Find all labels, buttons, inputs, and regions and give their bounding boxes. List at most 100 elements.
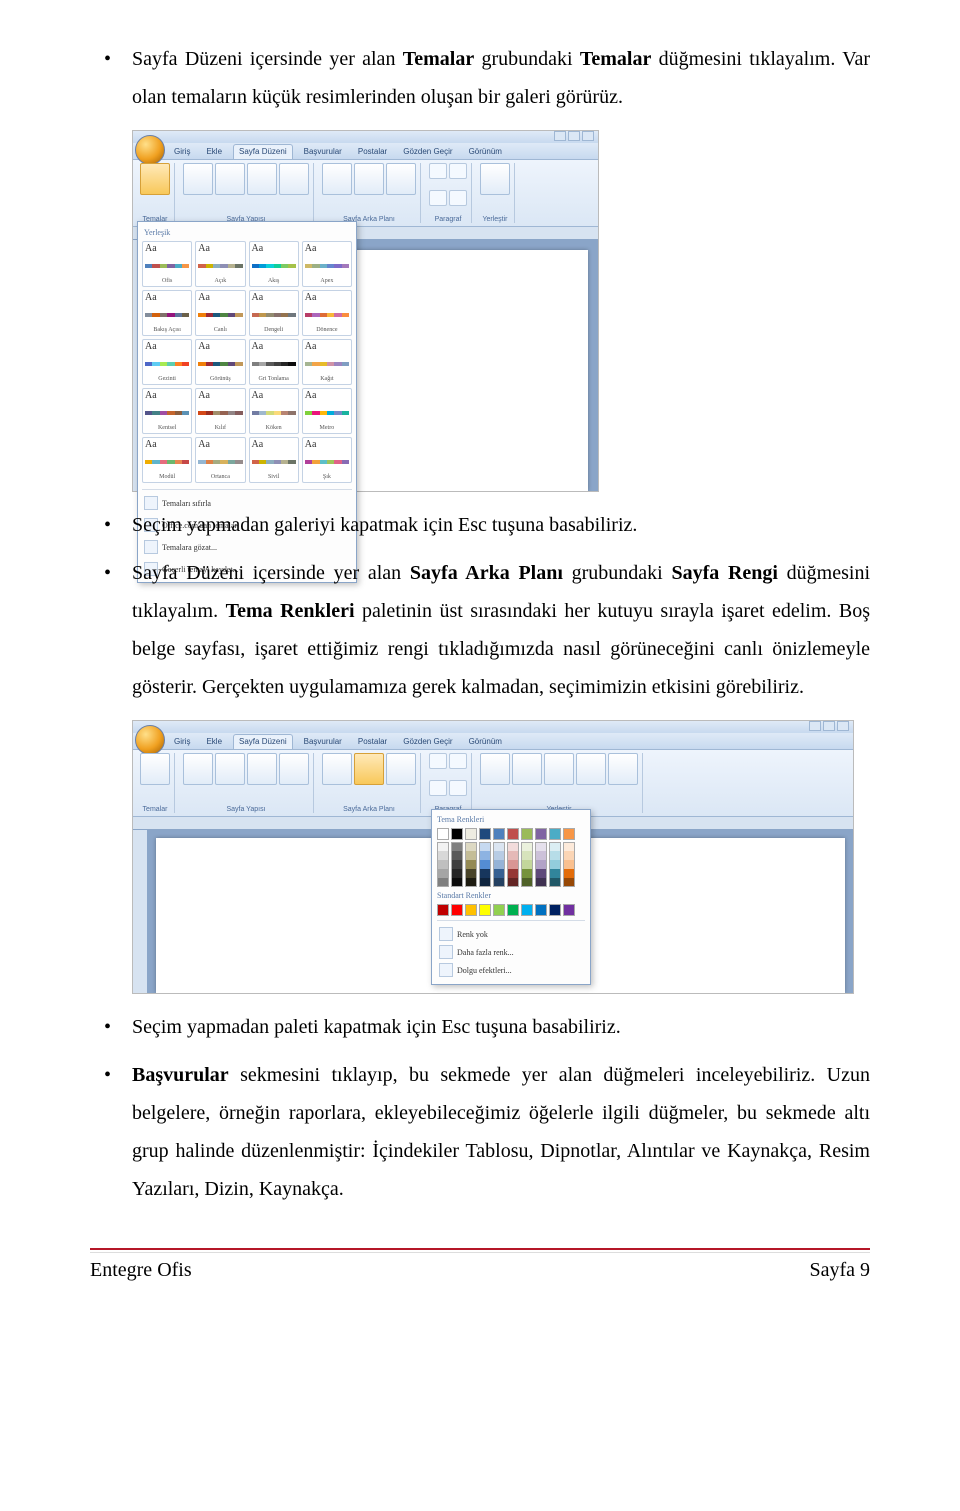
- color-swatch[interactable]: [493, 828, 505, 840]
- theme-gallery-item[interactable]: AaDönence: [302, 290, 352, 336]
- color-swatch[interactable]: [507, 842, 519, 851]
- theme-gallery-item[interactable]: AaOfis: [142, 241, 192, 287]
- color-swatch[interactable]: [465, 860, 477, 869]
- color-swatch[interactable]: [507, 904, 519, 916]
- color-swatch[interactable]: [479, 851, 491, 860]
- color-swatch[interactable]: [437, 878, 449, 887]
- office-button[interactable]: [135, 725, 165, 755]
- color-swatch[interactable]: [563, 904, 575, 916]
- color-swatch[interactable]: [465, 842, 477, 851]
- color-swatch[interactable]: [507, 851, 519, 860]
- color-swatch[interactable]: [479, 904, 491, 916]
- watermark-button[interactable]: [322, 753, 352, 785]
- ribbon-tab[interactable]: Ekle: [201, 735, 227, 749]
- ribbon-tab[interactable]: Giriş: [169, 145, 195, 159]
- color-swatch[interactable]: [493, 869, 505, 878]
- window-controls[interactable]: [552, 131, 594, 143]
- size-button[interactable]: [247, 163, 277, 195]
- color-swatch[interactable]: [451, 851, 463, 860]
- orientation-button[interactable]: [215, 163, 245, 195]
- themes-button[interactable]: [140, 163, 170, 195]
- color-swatch[interactable]: [563, 869, 575, 878]
- color-swatch[interactable]: [535, 842, 547, 851]
- ribbon-tab[interactable]: Görünüm: [464, 145, 507, 159]
- color-swatch[interactable]: [451, 869, 463, 878]
- theme-gallery-item[interactable]: AaKılıf: [195, 388, 245, 434]
- watermark-button[interactable]: [322, 163, 352, 195]
- themes-button[interactable]: [140, 753, 170, 785]
- color-swatch[interactable]: [479, 860, 491, 869]
- ribbon-tab[interactable]: Görünüm: [464, 735, 507, 749]
- color-swatch[interactable]: [479, 828, 491, 840]
- indent-control[interactable]: [429, 753, 447, 769]
- color-swatch[interactable]: [549, 869, 561, 878]
- color-swatch[interactable]: [451, 878, 463, 887]
- theme-gallery-item[interactable]: AaGezinti: [142, 339, 192, 385]
- send-back-button[interactable]: [544, 753, 574, 785]
- page-color-button[interactable]: [354, 163, 384, 195]
- indent-control[interactable]: [429, 163, 447, 179]
- color-swatch[interactable]: [521, 904, 533, 916]
- color-swatch[interactable]: [535, 860, 547, 869]
- margins-button[interactable]: [183, 753, 213, 785]
- color-swatch[interactable]: [437, 860, 449, 869]
- theme-gallery-item[interactable]: AaKentsel: [142, 388, 192, 434]
- text-wrap-button[interactable]: [576, 753, 606, 785]
- theme-gallery-item[interactable]: AaOrtanca: [195, 437, 245, 483]
- color-swatch[interactable]: [507, 828, 519, 840]
- spacing-control[interactable]: [449, 753, 467, 769]
- window-controls[interactable]: [807, 721, 849, 733]
- color-swatch[interactable]: [465, 828, 477, 840]
- ribbon-tab[interactable]: Postalar: [353, 145, 392, 159]
- arrange-button[interactable]: [480, 163, 510, 195]
- position-button[interactable]: [480, 753, 510, 785]
- color-swatch[interactable]: [479, 869, 491, 878]
- page-borders-button[interactable]: [386, 753, 416, 785]
- ribbon-tab[interactable]: Başvurular: [299, 145, 347, 159]
- color-swatch[interactable]: [521, 842, 533, 851]
- color-swatch[interactable]: [549, 851, 561, 860]
- theme-gallery-item[interactable]: AaMetro: [302, 388, 352, 434]
- color-swatch[interactable]: [465, 904, 477, 916]
- columns-button[interactable]: [279, 753, 309, 785]
- orientation-button[interactable]: [215, 753, 245, 785]
- ribbon-tab[interactable]: Giriş: [169, 735, 195, 749]
- theme-gallery-item[interactable]: AaGri Tonlama: [249, 339, 299, 385]
- color-swatch[interactable]: [493, 851, 505, 860]
- color-swatch[interactable]: [493, 878, 505, 887]
- fill-effects-option[interactable]: Dolgu efektleri...: [437, 961, 585, 979]
- color-swatch[interactable]: [451, 842, 463, 851]
- theme-gallery-item[interactable]: AaŞık: [302, 437, 352, 483]
- spacing-control[interactable]: [449, 163, 467, 179]
- color-swatch[interactable]: [465, 869, 477, 878]
- color-swatch[interactable]: [521, 860, 533, 869]
- theme-gallery-item[interactable]: AaKağıt: [302, 339, 352, 385]
- theme-gallery-item[interactable]: AaAkış: [249, 241, 299, 287]
- color-swatch[interactable]: [465, 878, 477, 887]
- theme-gallery-item[interactable]: AaBakış Açısı: [142, 290, 192, 336]
- color-swatch[interactable]: [507, 878, 519, 887]
- ribbon-tab-active[interactable]: Sayfa Düzeni: [233, 144, 293, 159]
- color-swatch[interactable]: [451, 904, 463, 916]
- bring-front-button[interactable]: [512, 753, 542, 785]
- no-color-option[interactable]: Renk yok: [437, 925, 585, 943]
- color-swatch[interactable]: [451, 828, 463, 840]
- margins-button[interactable]: [183, 163, 213, 195]
- color-swatch[interactable]: [563, 878, 575, 887]
- color-swatch[interactable]: [535, 878, 547, 887]
- page-borders-button[interactable]: [386, 163, 416, 195]
- color-swatch[interactable]: [549, 904, 561, 916]
- color-swatch[interactable]: [549, 878, 561, 887]
- color-swatch[interactable]: [535, 828, 547, 840]
- spacing-control[interactable]: [449, 190, 467, 206]
- color-swatch[interactable]: [549, 860, 561, 869]
- theme-gallery-item[interactable]: AaDengeli: [249, 290, 299, 336]
- color-swatch[interactable]: [563, 860, 575, 869]
- theme-gallery-item[interactable]: AaGörünüş: [195, 339, 245, 385]
- color-swatch[interactable]: [549, 828, 561, 840]
- ribbon-tab[interactable]: Gözden Geçir: [398, 735, 457, 749]
- spacing-control[interactable]: [449, 780, 467, 796]
- color-swatch[interactable]: [563, 851, 575, 860]
- theme-gallery-item[interactable]: AaSivil: [249, 437, 299, 483]
- color-swatch[interactable]: [535, 851, 547, 860]
